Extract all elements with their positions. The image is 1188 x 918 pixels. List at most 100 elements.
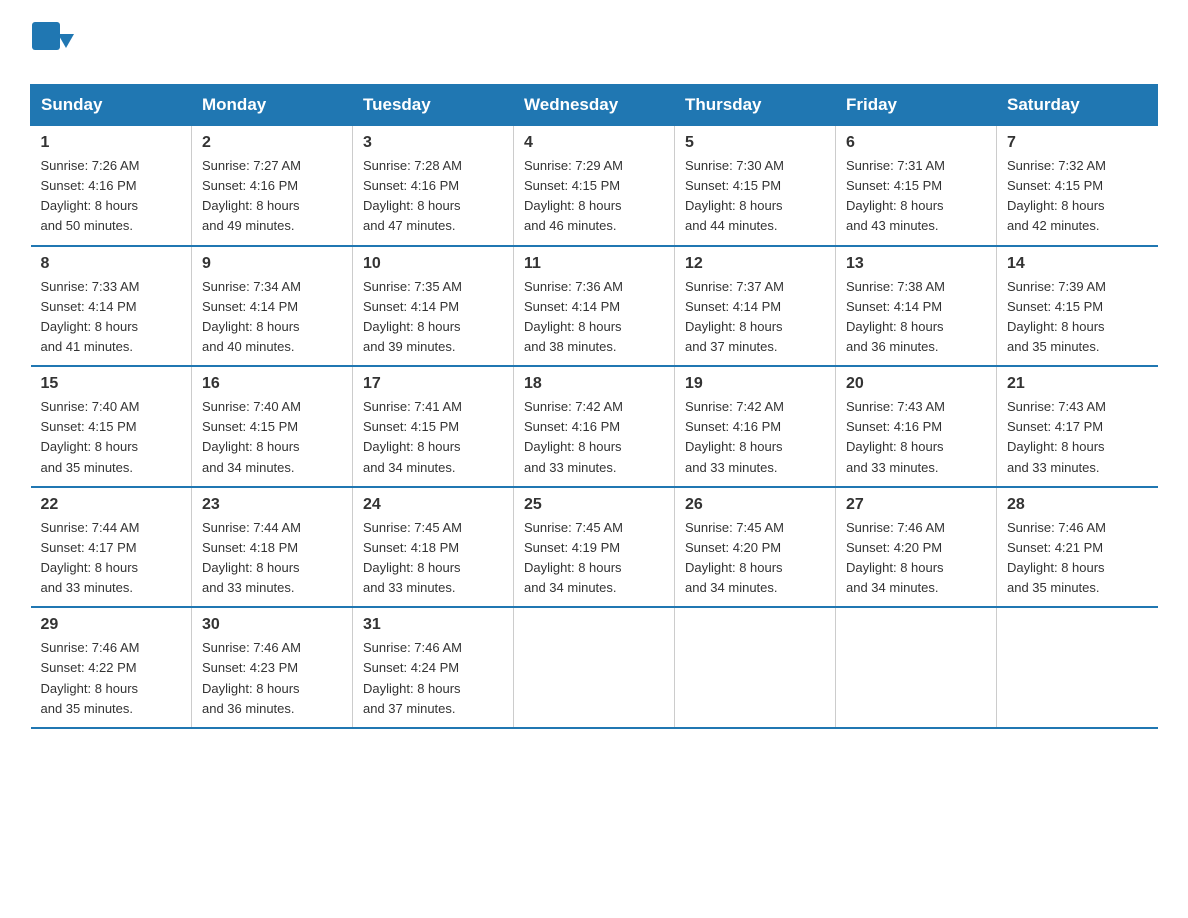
weekday-header-friday: Friday [836,85,997,126]
day-number: 27 [846,496,986,514]
day-number: 3 [363,134,503,152]
day-number: 31 [363,616,503,634]
day-info: Sunrise: 7:45 AMSunset: 4:18 PMDaylight:… [363,518,503,599]
calendar-cell-2-4: 19 Sunrise: 7:42 AMSunset: 4:16 PMDayligh… [675,366,836,487]
calendar-cell-1-5: 13 Sunrise: 7:38 AMSunset: 4:14 PMDayligh… [836,246,997,367]
page-header [30,20,1158,64]
day-info: Sunrise: 7:43 AMSunset: 4:17 PMDaylight:… [1007,397,1148,478]
calendar-cell-0-0: 1 Sunrise: 7:26 AMSunset: 4:16 PMDaylight… [31,126,192,246]
day-info: Sunrise: 7:31 AMSunset: 4:15 PMDaylight:… [846,156,986,237]
calendar-cell-2-6: 21Sunrise: 7:43 AMSunset: 4:17 PMDayligh… [997,366,1158,487]
calendar-cell-2-5: 20Sunrise: 7:43 AMSunset: 4:16 PMDayligh… [836,366,997,487]
day-number: 6 [846,134,986,152]
day-number: 19 [685,375,825,393]
calendar-week-2: 8 Sunrise: 7:33 AMSunset: 4:14 PMDaylight… [31,246,1158,367]
day-info: Sunrise: 7:30 AMSunset: 4:15 PMDaylight:… [685,156,825,237]
day-number: 15 [41,375,182,393]
day-info: Sunrise: 7:28 AMSunset: 4:16 PMDaylight:… [363,156,503,237]
day-info: Sunrise: 7:40 AMSunset: 4:15 PMDaylight:… [41,397,182,478]
calendar-cell-0-3: 4Sunrise: 7:29 AMSunset: 4:15 PMDaylight… [514,126,675,246]
calendar-cell-0-2: 3 Sunrise: 7:28 AMSunset: 4:16 PMDaylight… [353,126,514,246]
day-info: Sunrise: 7:45 AMSunset: 4:19 PMDaylight:… [524,518,664,599]
day-info: Sunrise: 7:38 AMSunset: 4:14 PMDaylight:… [846,277,986,358]
calendar-cell-2-1: 16 Sunrise: 7:40 AMSunset: 4:15 PMDayligh… [192,366,353,487]
calendar-cell-2-0: 15 Sunrise: 7:40 AMSunset: 4:15 PMDayligh… [31,366,192,487]
calendar-cell-4-0: 29 Sunrise: 7:46 AMSunset: 4:22 PMDayligh… [31,607,192,728]
weekday-header-row: SundayMondayTuesdayWednesdayThursdayFrid… [31,85,1158,126]
day-number: 14 [1007,255,1148,273]
calendar-cell-1-2: 10Sunrise: 7:35 AMSunset: 4:14 PMDayligh… [353,246,514,367]
calendar-cell-1-0: 8 Sunrise: 7:33 AMSunset: 4:14 PMDaylight… [31,246,192,367]
day-info: Sunrise: 7:42 AMSunset: 4:16 PMDaylight:… [524,397,664,478]
day-info: Sunrise: 7:37 AMSunset: 4:14 PMDaylight:… [685,277,825,358]
day-number: 8 [41,255,182,273]
day-info: Sunrise: 7:46 AMSunset: 4:22 PMDaylight:… [41,638,182,719]
day-info: Sunrise: 7:45 AMSunset: 4:20 PMDaylight:… [685,518,825,599]
day-number: 29 [41,616,182,634]
calendar-cell-3-2: 24 Sunrise: 7:45 AMSunset: 4:18 PMDayligh… [353,487,514,608]
day-info: Sunrise: 7:39 AMSunset: 4:15 PMDaylight:… [1007,277,1148,358]
day-number: 5 [685,134,825,152]
day-info: Sunrise: 7:27 AMSunset: 4:16 PMDaylight:… [202,156,342,237]
day-number: 16 [202,375,342,393]
day-number: 13 [846,255,986,273]
weekday-header-sunday: Sunday [31,85,192,126]
day-info: Sunrise: 7:40 AMSunset: 4:15 PMDaylight:… [202,397,342,478]
day-info: Sunrise: 7:46 AMSunset: 4:21 PMDaylight:… [1007,518,1148,599]
weekday-header-tuesday: Tuesday [353,85,514,126]
logo-icon [30,20,74,64]
day-info: Sunrise: 7:46 AMSunset: 4:20 PMDaylight:… [846,518,986,599]
weekday-header-wednesday: Wednesday [514,85,675,126]
day-info: Sunrise: 7:32 AMSunset: 4:15 PMDaylight:… [1007,156,1148,237]
day-number: 25 [524,496,664,514]
day-info: Sunrise: 7:29 AMSunset: 4:15 PMDaylight:… [524,156,664,237]
day-info: Sunrise: 7:34 AMSunset: 4:14 PMDaylight:… [202,277,342,358]
day-info: Sunrise: 7:44 AMSunset: 4:17 PMDaylight:… [41,518,182,599]
calendar-week-3: 15 Sunrise: 7:40 AMSunset: 4:15 PMDayligh… [31,366,1158,487]
calendar-cell-3-6: 28 Sunrise: 7:46 AMSunset: 4:21 PMDayligh… [997,487,1158,608]
day-number: 7 [1007,134,1148,152]
calendar-cell-4-3 [514,607,675,728]
calendar-week-5: 29 Sunrise: 7:46 AMSunset: 4:22 PMDayligh… [31,607,1158,728]
day-info: Sunrise: 7:42 AMSunset: 4:16 PMDaylight:… [685,397,825,478]
calendar-cell-3-4: 26 Sunrise: 7:45 AMSunset: 4:20 PMDayligh… [675,487,836,608]
calendar-cell-1-1: 9 Sunrise: 7:34 AMSunset: 4:14 PMDaylight… [192,246,353,367]
day-info: Sunrise: 7:36 AMSunset: 4:14 PMDaylight:… [524,277,664,358]
day-number: 20 [846,375,986,393]
calendar-cell-4-1: 30 Sunrise: 7:46 AMSunset: 4:23 PMDayligh… [192,607,353,728]
calendar-cell-0-1: 2 Sunrise: 7:27 AMSunset: 4:16 PMDaylight… [192,126,353,246]
day-number: 17 [363,375,503,393]
day-number: 11 [524,255,664,273]
day-number: 26 [685,496,825,514]
day-number: 22 [41,496,182,514]
calendar-cell-3-1: 23Sunrise: 7:44 AMSunset: 4:18 PMDayligh… [192,487,353,608]
day-info: Sunrise: 7:33 AMSunset: 4:14 PMDaylight:… [41,277,182,358]
calendar-cell-1-4: 12Sunrise: 7:37 AMSunset: 4:14 PMDayligh… [675,246,836,367]
calendar-week-1: 1 Sunrise: 7:26 AMSunset: 4:16 PMDaylight… [31,126,1158,246]
calendar-table: SundayMondayTuesdayWednesdayThursdayFrid… [30,84,1158,729]
calendar-cell-4-2: 31Sunrise: 7:46 AMSunset: 4:24 PMDayligh… [353,607,514,728]
day-info: Sunrise: 7:46 AMSunset: 4:23 PMDaylight:… [202,638,342,719]
day-number: 9 [202,255,342,273]
weekday-header-saturday: Saturday [997,85,1158,126]
day-number: 2 [202,134,342,152]
day-number: 28 [1007,496,1148,514]
calendar-cell-4-6 [997,607,1158,728]
day-number: 30 [202,616,342,634]
calendar-cell-3-0: 22 Sunrise: 7:44 AMSunset: 4:17 PMDayligh… [31,487,192,608]
logo [30,20,76,64]
weekday-header-monday: Monday [192,85,353,126]
day-info: Sunrise: 7:26 AMSunset: 4:16 PMDaylight:… [41,156,182,237]
calendar-cell-1-6: 14 Sunrise: 7:39 AMSunset: 4:15 PMDayligh… [997,246,1158,367]
calendar-cell-0-4: 5 Sunrise: 7:30 AMSunset: 4:15 PMDaylight… [675,126,836,246]
calendar-cell-1-3: 11 Sunrise: 7:36 AMSunset: 4:14 PMDayligh… [514,246,675,367]
day-number: 1 [41,134,182,152]
weekday-header-thursday: Thursday [675,85,836,126]
calendar-cell-4-4 [675,607,836,728]
calendar-cell-2-2: 17Sunrise: 7:41 AMSunset: 4:15 PMDayligh… [353,366,514,487]
day-number: 10 [363,255,503,273]
day-number: 18 [524,375,664,393]
day-number: 24 [363,496,503,514]
calendar-cell-2-3: 18 Sunrise: 7:42 AMSunset: 4:16 PMDayligh… [514,366,675,487]
calendar-cell-4-5 [836,607,997,728]
